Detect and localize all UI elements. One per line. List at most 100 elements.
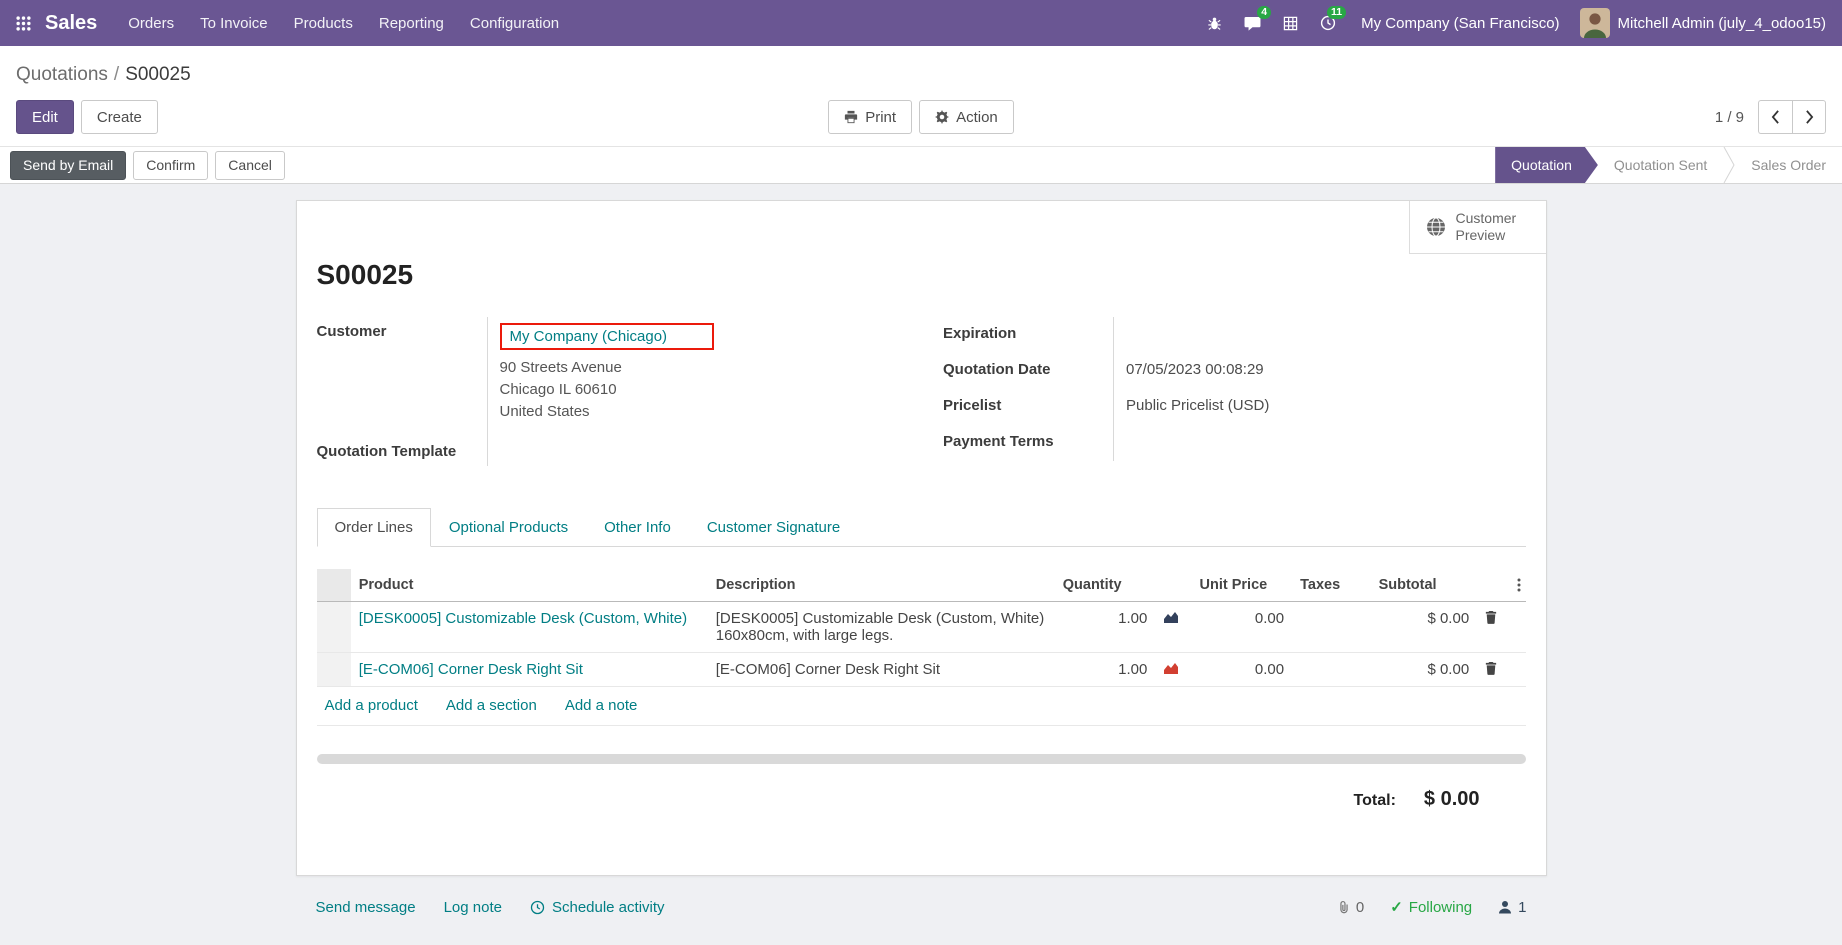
log-note-button[interactable]: Log note [444, 899, 502, 916]
print-button[interactable]: Print [828, 100, 912, 134]
product-link[interactable]: [E-COM06] Corner Desk Right Sit [359, 661, 583, 678]
pager-previous-button[interactable] [1758, 100, 1792, 134]
statusbar: Send by Email Confirm Cancel Quotation Q… [0, 146, 1842, 184]
line-quantity: 1.00 [1055, 653, 1156, 687]
quotation-template-value[interactable] [487, 429, 900, 466]
drag-handle[interactable] [317, 653, 351, 687]
column-subtotal[interactable]: Subtotal [1371, 569, 1478, 602]
column-quantity[interactable]: Quantity [1055, 569, 1156, 602]
send-message-button[interactable]: Send message [316, 899, 416, 916]
payment-terms-value[interactable] [1113, 425, 1526, 461]
breadcrumb: Quotations/S00025 [0, 46, 1842, 90]
schedule-activity-button[interactable]: Schedule activity [530, 899, 665, 916]
followers-button[interactable]: 1 [1498, 899, 1526, 916]
app-name[interactable]: Sales [45, 12, 97, 35]
breadcrumb-current: S00025 [125, 64, 191, 85]
quotation-date-label: Quotation Date [943, 353, 1113, 389]
create-button[interactable]: Create [81, 100, 158, 134]
following-button[interactable]: ✓ Following [1390, 898, 1472, 916]
column-unit-price[interactable]: Unit Price [1192, 569, 1293, 602]
product-link[interactable]: [DESK0005] Customizable Desk (Custom, Wh… [359, 610, 687, 627]
notebook: Order Lines Optional Products Other Info… [317, 508, 1526, 811]
menu-configuration[interactable]: Configuration [457, 2, 572, 45]
activities-badge: 11 [1327, 6, 1346, 19]
column-product[interactable]: Product [351, 569, 708, 602]
followers-count: 1 [1518, 899, 1526, 916]
tab-optional-products[interactable]: Optional Products [431, 508, 586, 547]
customer-link[interactable]: My Company (Chicago) [510, 328, 668, 345]
menu-orders[interactable]: Orders [115, 2, 187, 45]
chevron-right-icon [1805, 110, 1814, 124]
pricelist-value: Public Pricelist (USD) [1113, 389, 1526, 425]
add-a-note-link[interactable]: Add a note [565, 697, 638, 714]
status-quotation[interactable]: Quotation [1495, 147, 1598, 183]
drag-handle[interactable] [317, 602, 351, 653]
expiration-value[interactable] [1113, 317, 1526, 353]
table-footer-links: Add a product Add a section Add a note [317, 687, 1526, 726]
line-description: [DESK0005] Customizable Desk (Custom, Wh… [708, 602, 1055, 653]
tab-customer-signature[interactable]: Customer Signature [689, 508, 858, 547]
line-subtotal: $ 0.00 [1371, 653, 1478, 687]
action-button[interactable]: Action [919, 100, 1014, 134]
column-forecast [1155, 569, 1191, 602]
notebook-tabs: Order Lines Optional Products Other Info… [317, 508, 1526, 547]
line-taxes [1292, 602, 1370, 653]
line-subtotal: $ 0.00 [1371, 602, 1478, 653]
status-sales-order[interactable]: Sales Order [1735, 147, 1842, 183]
add-a-section-link[interactable]: Add a section [446, 697, 537, 714]
forecast-chart-icon[interactable] [1155, 602, 1191, 653]
tab-other-info[interactable]: Other Info [586, 508, 689, 547]
column-description[interactable]: Description [708, 569, 1055, 602]
quotation-date-value: 07/05/2023 00:08:29 [1113, 353, 1526, 389]
menu-reporting[interactable]: Reporting [366, 2, 457, 45]
left-field-group: Customer My Company (Chicago) 90 Streets… [317, 317, 900, 466]
totals: Total: $ 0.00 [317, 788, 1526, 811]
column-trash [1477, 569, 1509, 602]
form-view: Customer Preview S00025 Customer My Comp… [0, 200, 1842, 940]
breadcrumb-quotations-link[interactable]: Quotations [16, 64, 108, 85]
delete-line-icon[interactable] [1477, 602, 1509, 653]
status-quotation-sent[interactable]: Quotation Sent [1598, 147, 1723, 183]
avatar[interactable] [1580, 8, 1610, 38]
tab-order-lines[interactable]: Order Lines [317, 508, 431, 547]
line-description: [E-COM06] Corner Desk Right Sit [708, 653, 1055, 687]
send-by-email-button[interactable]: Send by Email [10, 151, 126, 180]
attachments-button[interactable]: 0 [1337, 899, 1364, 916]
delete-line-icon[interactable] [1477, 653, 1509, 687]
customer-address: 90 Streets Avenue Chicago IL 60610 Unite… [500, 357, 900, 423]
gear-icon [935, 110, 949, 124]
order-line-row: [E-COM06] Corner Desk Right Sit [E-COM06… [317, 653, 1526, 687]
line-unit-price: 0.00 [1192, 602, 1293, 653]
pager-value[interactable]: 1 / 9 [1715, 109, 1744, 126]
check-icon: ✓ [1390, 898, 1403, 916]
confirm-button[interactable]: Confirm [133, 151, 208, 180]
messages-icon[interactable]: 4 [1233, 0, 1272, 46]
edit-button[interactable]: Edit [16, 100, 74, 134]
activities-clock-icon[interactable]: 11 [1309, 0, 1347, 46]
line-unit-price: 0.00 [1192, 653, 1293, 687]
customer-preview-button[interactable]: Customer Preview [1409, 201, 1546, 254]
line-quantity: 1.00 [1055, 602, 1156, 653]
menu-products[interactable]: Products [281, 2, 366, 45]
forecast-chart-icon[interactable] [1155, 653, 1191, 687]
quotation-template-label: Quotation Template [317, 429, 487, 466]
menu-to-invoice[interactable]: To Invoice [187, 2, 281, 45]
column-options-icon[interactable] [1509, 569, 1525, 602]
table-header-row: Product Description Quantity Unit Price … [317, 569, 1526, 602]
pager-next-button[interactable] [1792, 100, 1826, 134]
attachments-count: 0 [1356, 899, 1364, 916]
column-taxes[interactable]: Taxes [1292, 569, 1370, 602]
company-switcher[interactable]: My Company (San Francisco) [1347, 15, 1573, 32]
paperclip-icon [1337, 900, 1351, 915]
cancel-button[interactable]: Cancel [215, 151, 285, 180]
horizontal-scrollbar[interactable] [317, 754, 1526, 764]
user-menu[interactable]: Mitchell Admin (july_4_odoo15) [1618, 15, 1826, 32]
apps-menu-icon[interactable] [16, 16, 37, 31]
add-a-product-link[interactable]: Add a product [325, 697, 418, 714]
bug-icon[interactable] [1196, 0, 1233, 46]
user-icon [1498, 900, 1512, 914]
chatter: Send message Log note Schedule activity [296, 898, 1547, 916]
order-lines-table: Product Description Quantity Unit Price … [317, 569, 1526, 687]
quotation-sheet: Customer Preview S00025 Customer My Comp… [296, 200, 1547, 876]
spreadsheet-icon[interactable] [1272, 0, 1309, 46]
